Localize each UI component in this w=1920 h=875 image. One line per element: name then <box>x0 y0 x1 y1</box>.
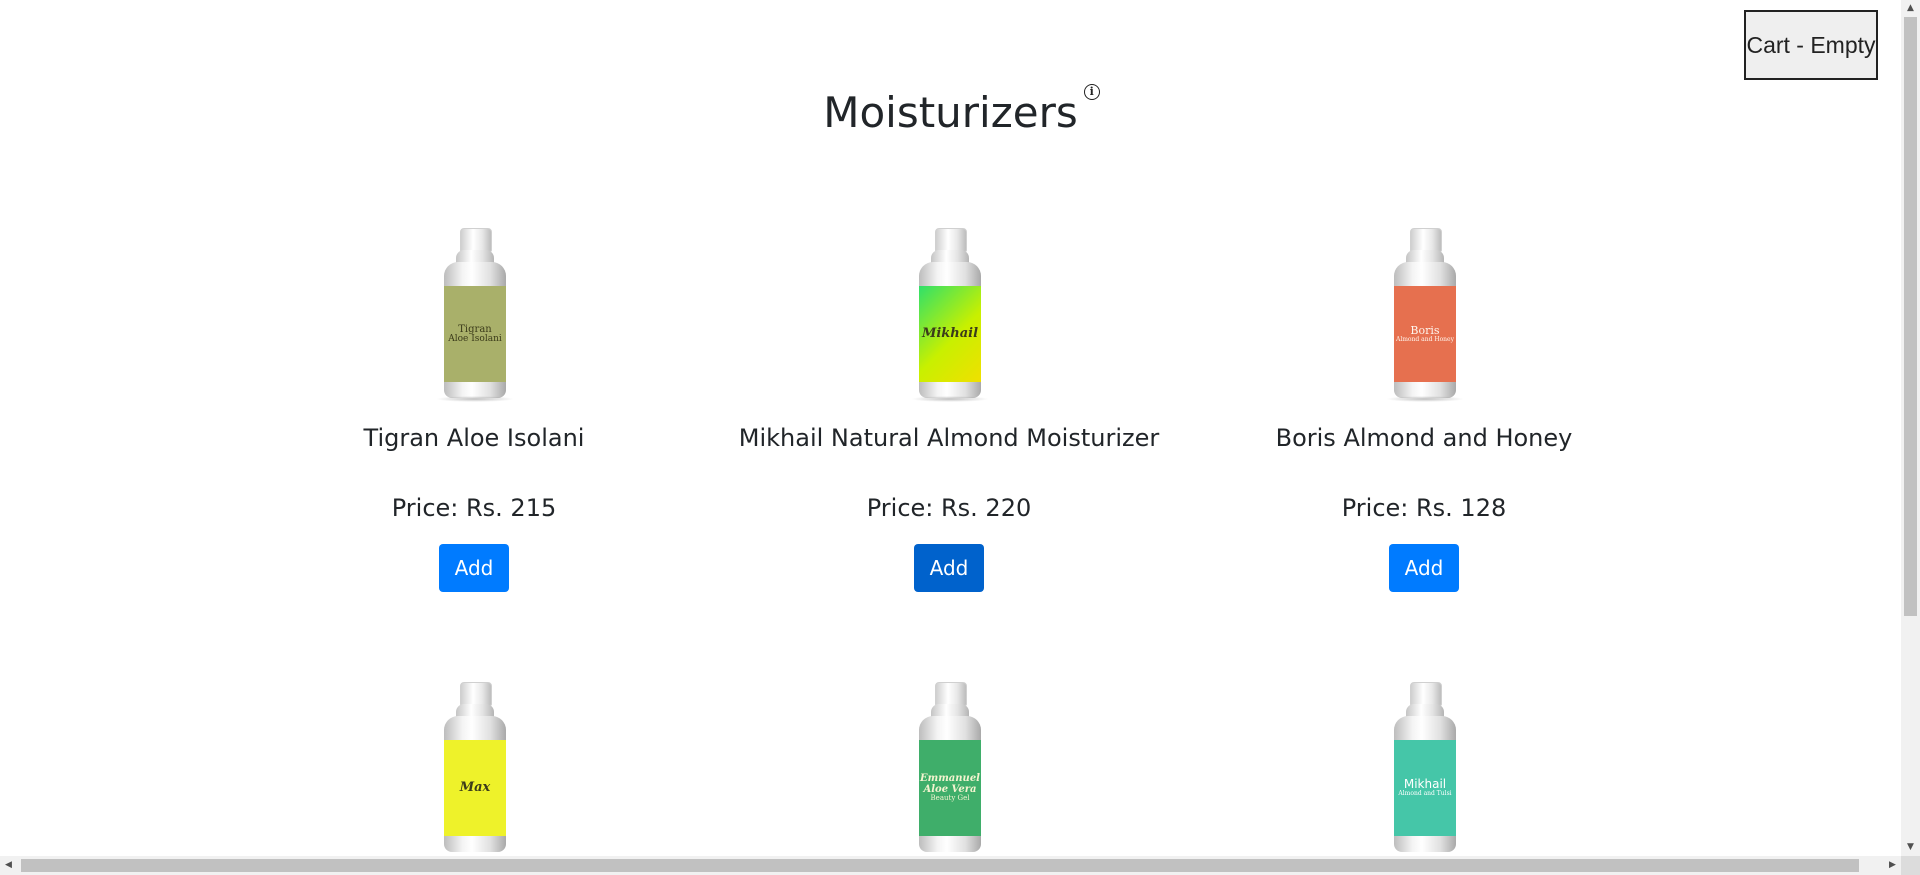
product-name: Mikhail Natural Almond Moisturizer <box>738 424 1160 452</box>
horizontal-scroll-thumb[interactable] <box>21 859 1859 872</box>
bottle-label-brand: Mikhail <box>921 325 979 341</box>
bottle-label-brand: Boris <box>1410 323 1440 337</box>
vertical-scrollbar[interactable]: ▲ ▼ <box>1901 0 1920 856</box>
bottle-label: Tigran Aloe Isolani <box>444 286 506 382</box>
bottle-cap <box>1410 682 1442 706</box>
bottle-shadow <box>1386 396 1464 402</box>
bottle-label-sub: Almond and Honey <box>1395 335 1454 343</box>
product-price: Price: Rs. 215 <box>391 494 557 522</box>
bottle-cap <box>935 682 967 706</box>
scroll-up-arrow-icon[interactable]: ▲ <box>1901 0 1920 17</box>
product-price: Price: Rs. 220 <box>866 494 1032 522</box>
bottle-body: Boris Almond and Honey <box>1394 262 1456 398</box>
page-viewport: Cart - Empty Moisturizers i Tigran Aloe … <box>0 0 1901 856</box>
scroll-down-arrow-icon[interactable]: ▼ <box>1901 839 1920 856</box>
product-image: Emmanuel Aloe Vera Beauty Gel <box>909 682 989 856</box>
product-price: Price: Rs. 128 <box>1341 494 1507 522</box>
bottle-label-brand: Tigran <box>458 323 492 335</box>
bottle-label-sub: Aloe Isolani <box>448 333 502 344</box>
add-button[interactable]: Add <box>914 544 984 592</box>
product-card: Tigran Aloe Isolani Tigran Aloe Isolani … <box>239 228 709 592</box>
product-card: Boris Almond and Honey Boris Almond and … <box>1189 228 1659 592</box>
product-card: Mikhail Mikhail Natural Almond Moisturiz… <box>714 228 1184 592</box>
bottle-body: Tigran Aloe Isolani <box>444 262 506 398</box>
scroll-left-arrow-icon[interactable]: ◀ <box>0 856 17 875</box>
scrollbar-corner <box>1901 856 1920 875</box>
bottle-label-sub: Beauty Gel <box>930 794 970 803</box>
product-name: Tigran Aloe Isolani <box>363 424 585 452</box>
bottle-label: Mikhail <box>919 286 981 382</box>
product-card: Emmanuel Aloe Vera Beauty Gel <box>714 682 1184 856</box>
product-card: Mikhail Almond and Tulsi <box>1189 682 1659 856</box>
product-name: Boris Almond and Honey <box>1275 424 1573 452</box>
bottle-label: Max <box>444 740 506 836</box>
product-image: Boris Almond and Honey <box>1384 228 1464 408</box>
bottle-cap <box>1410 228 1442 252</box>
bottle-cap <box>460 682 492 706</box>
product-image: Mikhail <box>909 228 989 408</box>
bottle-cap <box>935 228 967 252</box>
bottle-label-brand: Emmanuel Aloe Vera <box>920 773 980 796</box>
bottle-body: Max <box>444 716 506 852</box>
product-image: Mikhail Almond and Tulsi <box>1384 682 1464 856</box>
product-image: Max <box>434 682 514 856</box>
bottle-cap <box>460 228 492 252</box>
bottle-label: Emmanuel Aloe Vera Beauty Gel <box>919 740 981 836</box>
bottle-label-brand: Max <box>459 779 491 795</box>
scroll-right-arrow-icon[interactable]: ▶ <box>1884 856 1901 875</box>
horizontal-scrollbar[interactable]: ◀ ▶ <box>0 856 1901 875</box>
bottle-body: Emmanuel Aloe Vera Beauty Gel <box>919 716 981 852</box>
vertical-scroll-thumb[interactable] <box>1904 17 1917 616</box>
bottle-shadow <box>436 396 514 402</box>
bottle-label-sub: Almond and Tulsi <box>1398 790 1452 798</box>
product-image: Tigran Aloe Isolani <box>434 228 514 408</box>
add-button[interactable]: Add <box>439 544 509 592</box>
bottle-label: Mikhail Almond and Tulsi <box>1394 740 1456 836</box>
add-button[interactable]: Add <box>1389 544 1459 592</box>
product-grid: Tigran Aloe Isolani Tigran Aloe Isolani … <box>0 0 1901 856</box>
bottle-label: Boris Almond and Honey <box>1394 286 1456 382</box>
product-card: Max <box>239 682 709 856</box>
bottle-shadow <box>911 396 989 402</box>
bottle-body: Mikhail Almond and Tulsi <box>1394 716 1456 852</box>
bottle-body: Mikhail <box>919 262 981 398</box>
